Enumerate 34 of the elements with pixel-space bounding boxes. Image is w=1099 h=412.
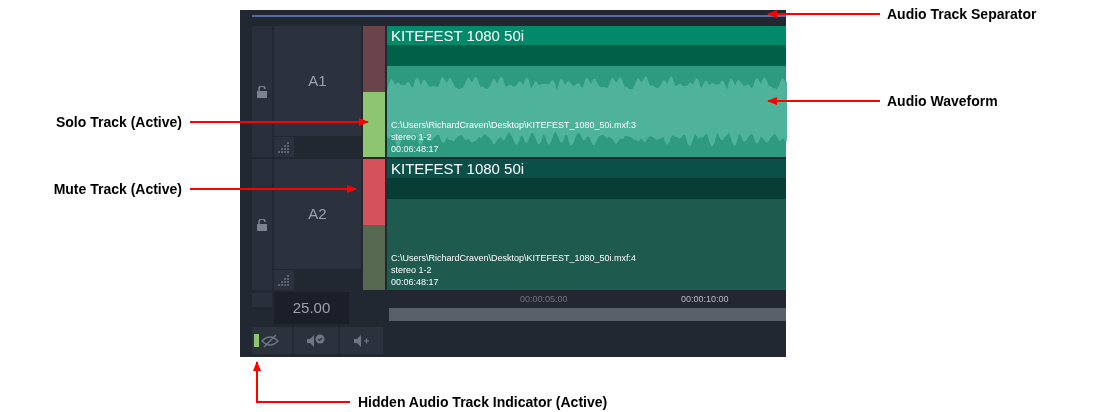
solo-toggle[interactable]: [363, 224, 385, 290]
callout-label: Hidden Audio Track Indicator (Active): [358, 395, 608, 409]
speaker-check-icon: [307, 333, 325, 348]
ruler-time-label: 00:00:05:00: [520, 295, 568, 304]
audio-clip[interactable]: KITEFEST 1080 50i C:\Users\RichardCraven\Desktop\KITEFEST_1080_50i.mxf:4 stereo 1-2 00:06:48:17: [387, 159, 786, 290]
callout-label: Audio Track Separator: [887, 7, 1037, 21]
mute-toggle[interactable]: [363, 26, 385, 92]
clip-duration: 00:06:48:17: [391, 276, 440, 288]
track-separator[interactable]: [252, 15, 786, 17]
frame-rate-field[interactable]: 25.00: [274, 292, 349, 324]
clip-path: C:\Users\RichardCraven\Desktop\KITEFEST_1080_50i.mxf:4: [391, 252, 637, 264]
mute-toggle[interactable]: [363, 159, 385, 225]
lock-icon[interactable]: [257, 218, 267, 231]
lock-icon[interactable]: [257, 85, 267, 98]
track-name: A2: [308, 203, 327, 224]
callout-label: Audio Waveform: [887, 94, 998, 108]
callout-label: Solo Track (Active): [55, 115, 182, 129]
horizontal-scrollbar[interactable]: [389, 308, 786, 321]
clip-title: KITEFEST 1080 50i: [391, 161, 525, 176]
solo-toggle[interactable]: [363, 91, 385, 157]
clip-title: KITEFEST 1080 50i: [391, 28, 525, 43]
audio-clip[interactable]: KITEFEST 1080 50i C:\Users\RichardCraven\Desktop\KITEFEST_1080_50i.mxf:3 stereo 1-2 00:06:48:17: [387, 26, 786, 157]
eye-slash-icon: [261, 333, 279, 348]
clip-channels: stereo 1-2: [391, 131, 433, 143]
speaker-plus-icon: [353, 334, 370, 347]
clip-duration: 00:06:48:17: [391, 143, 440, 155]
callout-label: Mute Track (Active): [53, 182, 182, 196]
ruler-time-label: 00:00:10:00: [681, 295, 729, 304]
clip-channels: stereo 1-2: [391, 264, 433, 276]
speaker-check-button[interactable]: [294, 327, 338, 354]
add-audio-track-button[interactable]: [340, 327, 383, 354]
hide-track-button[interactable]: [252, 327, 292, 354]
track-name: A1: [308, 70, 327, 91]
clip-path: C:\Users\RichardCraven\Desktop\KITEFEST_1080_50i.mxf:3: [391, 119, 637, 131]
